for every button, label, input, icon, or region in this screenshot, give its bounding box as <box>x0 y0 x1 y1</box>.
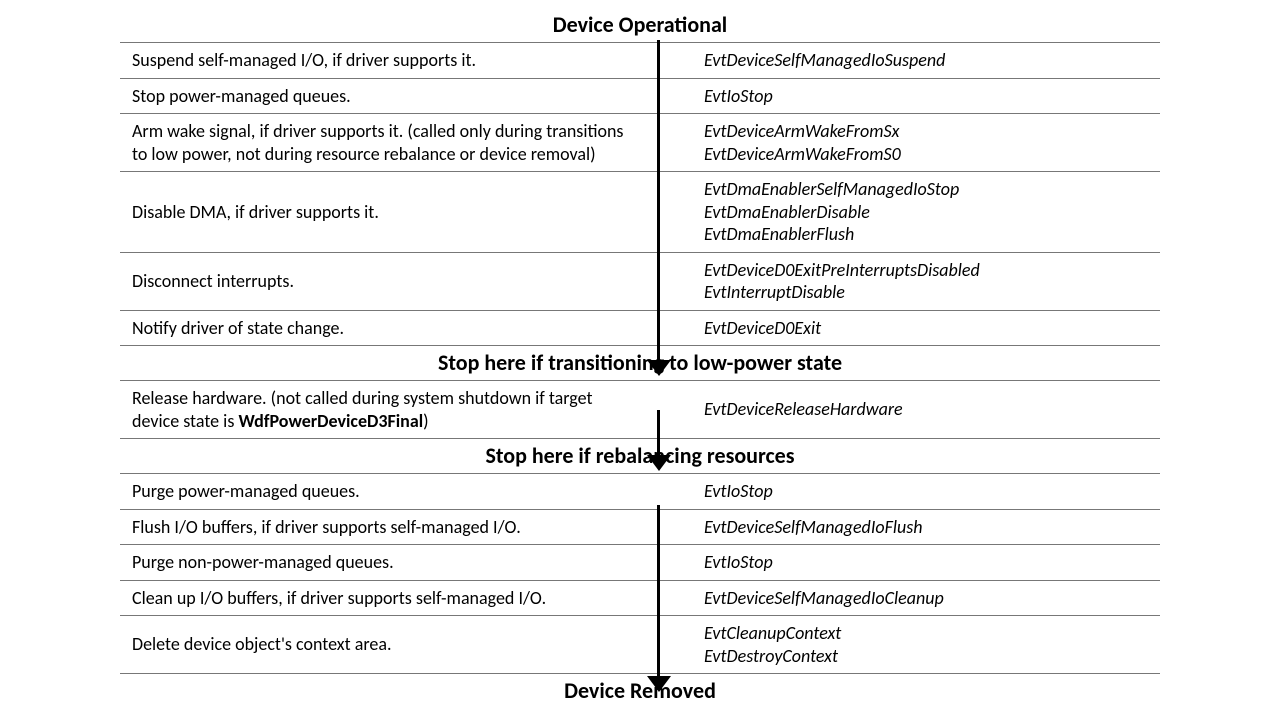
callback-name: EvtDmaEnablerDisable <box>704 201 1150 224</box>
table-row: Flush I/O buffers, if driver supports se… <box>120 509 1160 546</box>
callback-list: EvtDeviceSelfManagedIoCleanup <box>704 581 1160 616</box>
title-device-operational: Device Operational <box>120 8 1160 43</box>
title-low-power: Stop here if transitioning to low-power … <box>120 346 1160 381</box>
callback-name: EvtIoStop <box>704 480 1150 503</box>
step-description: Purge power-managed queues. <box>120 474 652 509</box>
flow-arrow-line <box>657 40 660 364</box>
callback-list: EvtDeviceSelfManagedIoFlush <box>704 510 1160 545</box>
callback-name: EvtDmaEnablerSelfManagedIoStop <box>704 178 1150 201</box>
flow-arrow-head-icon <box>647 360 671 376</box>
table-row: Purge non-power-managed queues. EvtIoSto… <box>120 544 1160 581</box>
step-description: Disconnect interrupts. <box>120 256 652 307</box>
table-row: Release hardware. (not called during sys… <box>120 380 1160 439</box>
callback-list: EvtDeviceReleaseHardware <box>704 392 1160 427</box>
callback-name: EvtDeviceD0Exit <box>704 317 1150 340</box>
table-row: Clean up I/O buffers, if driver supports… <box>120 580 1160 617</box>
table-row: Arm wake signal, if driver supports it. … <box>120 113 1160 172</box>
flow-arrow-line <box>657 505 660 680</box>
table-row: Disable DMA, if driver supports it. EvtD… <box>120 171 1160 253</box>
callback-name: EvtDeviceSelfManagedIoFlush <box>704 516 1150 539</box>
table-row: Delete device object's context area. Evt… <box>120 615 1160 674</box>
table-row: Suspend self-managed I/O, if driver supp… <box>120 42 1160 79</box>
callback-list: EvtCleanupContext EvtDestroyContext <box>704 616 1160 673</box>
callback-name: EvtDeviceArmWakeFromSx <box>704 120 1150 143</box>
table-row: Purge power-managed queues. EvtIoStop <box>120 473 1160 510</box>
flow-arrow-line <box>657 410 660 459</box>
step-description: Flush I/O buffers, if driver supports se… <box>120 510 652 545</box>
callback-name: EvtDeviceReleaseHardware <box>704 398 1150 421</box>
step-description: Notify driver of state change. <box>120 311 652 346</box>
callback-list: EvtIoStop <box>704 474 1160 509</box>
step-description: Release hardware. (not called during sys… <box>120 381 652 438</box>
callback-name: EvtDeviceSelfManagedIoSuspend <box>704 49 1150 72</box>
table-row: Disconnect interrupts. EvtDeviceD0ExitPr… <box>120 252 1160 311</box>
desc-bold-term: WdfPowerDeviceD3Final <box>238 410 423 432</box>
callback-list: EvtIoStop <box>704 79 1160 114</box>
callback-list: EvtDmaEnablerSelfManagedIoStop EvtDmaEna… <box>704 172 1160 252</box>
callback-name: EvtDeviceArmWakeFromS0 <box>704 143 1150 166</box>
step-description: Delete device object's context area. <box>120 619 652 670</box>
callback-list: EvtDeviceSelfManagedIoSuspend <box>704 43 1160 78</box>
callback-name: EvtDeviceSelfManagedIoCleanup <box>704 587 1150 610</box>
callback-list: EvtDeviceD0Exit <box>704 311 1160 346</box>
title-device-removed: Device Removed <box>120 674 1160 709</box>
title-rebalancing: Stop here if rebalancing resources <box>120 439 1160 474</box>
callback-list: EvtDeviceD0ExitPreInterruptsDisabled Evt… <box>704 253 1160 310</box>
step-description: Arm wake signal, if driver supports it. … <box>120 114 652 171</box>
callback-name: EvtDeviceD0ExitPreInterruptsDisabled <box>704 259 1150 282</box>
callback-name: EvtCleanupContext <box>704 622 1150 645</box>
step-description: Suspend self-managed I/O, if driver supp… <box>120 43 652 78</box>
flow-arrow-head-icon <box>647 455 671 471</box>
table-row: Stop power-managed queues. EvtIoStop <box>120 78 1160 115</box>
callback-name: EvtDmaEnablerFlush <box>704 223 1150 246</box>
flow-arrow-head-icon <box>647 676 671 692</box>
flow-table: Device Operational Suspend self-managed … <box>120 8 1160 709</box>
callback-name: EvtIoStop <box>704 551 1150 574</box>
table-row: Notify driver of state change. EvtDevice… <box>120 310 1160 347</box>
step-description: Purge non-power-managed queues. <box>120 545 652 580</box>
callback-name: EvtDestroyContext <box>704 645 1150 668</box>
step-description: Stop power-managed queues. <box>120 79 652 114</box>
callback-list: EvtDeviceArmWakeFromSx EvtDeviceArmWakeF… <box>704 114 1160 171</box>
step-description: Disable DMA, if driver supports it. <box>120 179 652 246</box>
callback-name: EvtInterruptDisable <box>704 281 1150 304</box>
step-description: Clean up I/O buffers, if driver supports… <box>120 581 652 616</box>
callback-list: EvtIoStop <box>704 545 1160 580</box>
callback-name: EvtIoStop <box>704 85 1150 108</box>
desc-suffix: ) <box>423 410 428 432</box>
